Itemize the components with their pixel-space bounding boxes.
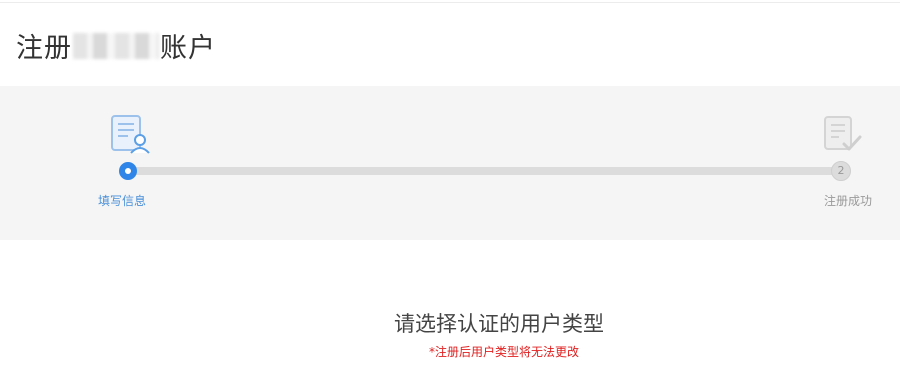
step-1-label: 填写信息 bbox=[98, 194, 147, 208]
page-title-suffix: 账户 bbox=[160, 33, 216, 64]
registration-steps: 2 填写信息 注册成功 bbox=[0, 86, 900, 240]
step-1-indicator bbox=[119, 162, 137, 180]
progress-track bbox=[128, 167, 841, 175]
step-2-indicator: 2 bbox=[831, 161, 851, 181]
top-divider bbox=[0, 2, 900, 3]
user-type-warning: *注册后用户类型将无法更改 bbox=[428, 345, 579, 359]
page-title: 注册 账户 bbox=[16, 26, 216, 65]
user-type-heading: 请选择认证的用户类型 bbox=[394, 312, 604, 336]
form-user-icon bbox=[110, 114, 152, 156]
step-2-label: 注册成功 bbox=[824, 194, 873, 208]
page-title-prefix: 注册 bbox=[16, 33, 72, 64]
document-check-icon bbox=[822, 114, 864, 156]
redacted-text bbox=[73, 32, 159, 59]
